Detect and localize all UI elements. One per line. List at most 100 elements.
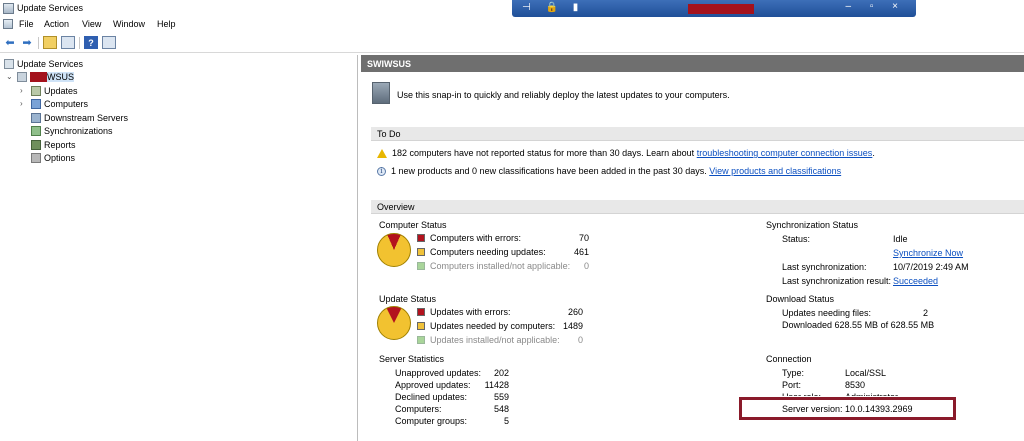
update-status-pie-chart <box>377 306 411 340</box>
legend-swatch <box>417 262 425 270</box>
menu-file[interactable]: File <box>19 19 34 29</box>
legend-swatch <box>417 336 425 344</box>
updates-icon <box>31 85 41 96</box>
up-folder-icon[interactable] <box>43 36 57 49</box>
back-arrow-icon[interactable]: ⬅ <box>3 36 17 49</box>
chevron-right-icon[interactable]: › <box>20 86 29 95</box>
menu-window[interactable]: Window <box>113 19 145 29</box>
tree-label: Options <box>44 152 76 163</box>
downloaded-summary: Downloaded 628.55 MB of 628.55 MB <box>782 320 935 330</box>
intro-text: Use this snap-in to quickly and reliably… <box>397 90 730 100</box>
update-services-app-icon <box>3 3 14 14</box>
window-title: Update Services <box>17 3 84 13</box>
computers-icon <box>31 98 41 109</box>
tree-item-server[interactable]: ⌄ WSUS <box>6 70 74 83</box>
stat-groups-label: Computer groups: <box>395 416 468 426</box>
menu-view[interactable]: View <box>82 19 101 29</box>
tree-label: Downstream Servers <box>44 112 129 123</box>
action-pane-icon[interactable] <box>102 36 116 49</box>
chevron-right-icon[interactable]: › <box>20 99 29 108</box>
connection-title: Connection <box>766 354 812 364</box>
sync-status-value: Idle <box>893 234 908 244</box>
last-result-label: Last synchronization result: <box>782 276 892 286</box>
remote-session-bar[interactable]: ⊣ 🔒 ▮ – ▫ × <box>512 0 916 17</box>
updates-errors-value: 260 <box>567 307 583 317</box>
wsus-snapin-icon <box>372 82 390 104</box>
files-needed-label: Updates needing files: <box>782 308 872 318</box>
console-icon[interactable] <box>3 19 13 29</box>
computers-needing-value: 461 <box>573 247 589 257</box>
troubleshooting-link[interactable]: troubleshooting computer connection issu… <box>697 148 873 158</box>
connection-port-value: 8530 <box>845 380 866 390</box>
synchronize-now-link[interactable]: Synchronize Now <box>893 248 963 258</box>
computers-installed-value: 0 <box>583 261 589 271</box>
tree-label: Reports <box>44 139 76 150</box>
last-result-link[interactable]: Succeeded <box>893 276 938 286</box>
stat-groups-value: 5 <box>503 416 509 426</box>
tree-server-label: WSUS <box>47 71 74 82</box>
last-sync-value: 10/7/2019 2:49 AM <box>893 262 969 272</box>
forward-arrow-icon[interactable]: ➡ <box>20 36 34 49</box>
files-needed-value: 2 <box>923 308 929 318</box>
todo-text: 182 computers have not reported status f… <box>392 148 695 158</box>
tree-item-updates[interactable]: › Updates <box>20 84 78 97</box>
tree-item-options[interactable]: Options <box>31 151 75 164</box>
todo-item-new-products: i 1 new products and 0 new classificatio… <box>377 166 841 176</box>
last-sync-label: Last synchronization: <box>782 262 867 272</box>
show-hide-tree-icon[interactable] <box>61 36 75 49</box>
tree-label: Computers <box>44 98 89 109</box>
pin-icon[interactable]: ⊣ 🔒 ▮ <box>522 2 584 13</box>
downstream-servers-icon <box>31 112 41 123</box>
todo-section-header: To Do <box>371 127 1024 141</box>
todo-item-stale-computers: 182 computers have not reported status f… <box>377 148 875 158</box>
tree-root-update-services[interactable]: Update Services <box>4 57 83 70</box>
tree-item-synchronizations[interactable]: Synchronizations <box>31 124 113 137</box>
sync-status-label: Status: <box>782 234 811 244</box>
sync-status-title: Synchronization Status <box>766 220 859 230</box>
legend-computers-errors: Computers with errors: <box>417 233 521 243</box>
options-icon <box>31 152 41 163</box>
legend-swatch <box>417 308 425 316</box>
legend-label: Updates needed by computers: <box>430 321 556 331</box>
stat-declined-value: 559 <box>493 392 509 402</box>
legend-computers-installed: Computers installed/not applicable: <box>417 261 570 271</box>
window-controls-icon[interactable]: – ▫ × <box>845 1 906 12</box>
legend-label: Updates with errors: <box>430 307 511 317</box>
tree-item-computers[interactable]: › Computers <box>20 97 88 110</box>
legend-updates-errors: Updates with errors: <box>417 307 511 317</box>
menu-bar: File Action View Window Help <box>0 17 1024 32</box>
updates-installed-value: 0 <box>577 335 583 345</box>
download-status-title: Download Status <box>766 294 835 304</box>
server-header: SWIWSUS <box>361 55 1024 72</box>
overview-section-header: Overview <box>371 200 1024 214</box>
updates-needed-value: 1489 <box>562 321 583 331</box>
menu-help[interactable]: Help <box>157 19 176 29</box>
help-icon[interactable]: ? <box>84 36 98 49</box>
view-products-link[interactable]: View products and classifications <box>709 166 841 176</box>
legend-swatch <box>417 248 425 256</box>
todo-text-end: . <box>872 148 875 158</box>
stat-approved-value: 11428 <box>484 380 509 390</box>
synchronizations-icon <box>31 125 41 136</box>
stat-unapproved-value: 202 <box>493 368 509 378</box>
menu-action[interactable]: Action <box>44 19 69 29</box>
connection-port-label: Port: <box>782 380 802 390</box>
toolbar-separator <box>38 37 39 49</box>
computer-status-title: Computer Status <box>379 220 447 230</box>
legend-computers-needing: Computers needing updates: <box>417 247 546 257</box>
content-pane: SWIWSUS Use this snap-in to quickly and … <box>361 55 1024 441</box>
tree-item-downstream-servers[interactable]: Downstream Servers <box>31 111 128 124</box>
connection-type-value: Local/SSL <box>845 368 887 378</box>
stat-approved-label: Approved updates: <box>395 380 471 390</box>
connection-user-label: User role: <box>782 392 821 396</box>
chevron-down-icon[interactable]: ⌄ <box>6 72 15 81</box>
redacted-host-name <box>688 4 754 14</box>
legend-label: Updates installed/not applicable: <box>430 335 560 345</box>
redacted-server-prefix <box>30 71 47 82</box>
tree-item-reports[interactable]: Reports <box>31 138 76 151</box>
connection-user-value: Administrator <box>845 392 898 396</box>
server-statistics-title: Server Statistics <box>379 354 445 364</box>
warning-icon <box>377 148 387 158</box>
stat-declined-label: Declined updates: <box>395 392 468 402</box>
server-version-highlight <box>739 397 956 420</box>
